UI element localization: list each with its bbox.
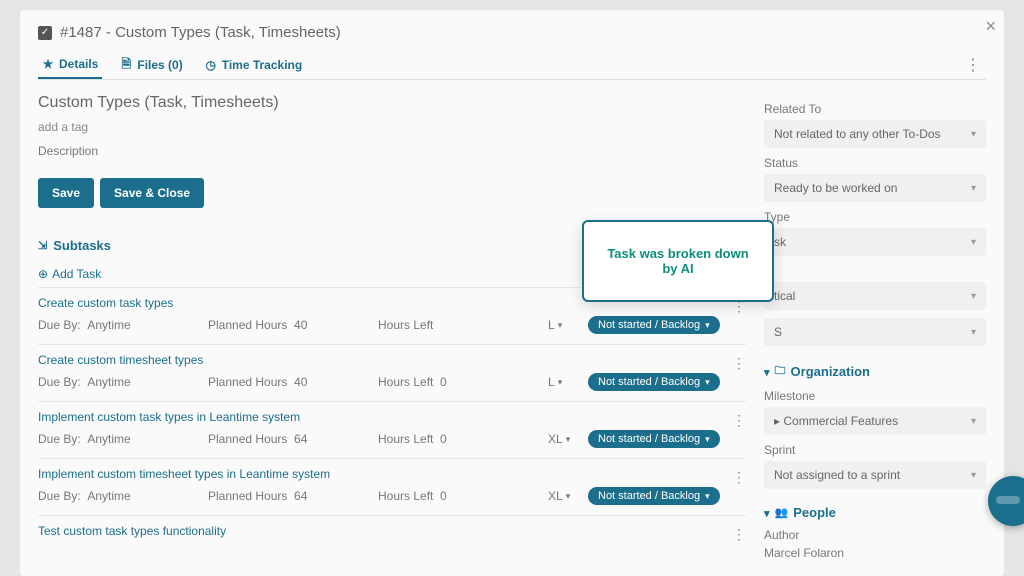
milestone-select[interactable]: ▸ Commercial Features ▾ — [764, 407, 986, 435]
author-label: Author — [764, 528, 986, 542]
planned-hours: Planned Hours 40 — [208, 375, 378, 389]
type-select[interactable]: sk▾ — [764, 228, 986, 256]
sitemap-icon: ⇲ — [38, 239, 47, 252]
chevron-down-icon: ▾ — [971, 237, 976, 248]
chevron-down-icon: ▾ — [705, 434, 710, 445]
subtask-name[interactable]: Test custom task types functionality — [38, 524, 746, 538]
type-label: Type — [764, 210, 986, 224]
status-pill[interactable]: Not started / Backlog ▾ — [588, 487, 720, 505]
priority-label: ty — [764, 264, 986, 278]
modal-title: #1487 - Custom Types (Task, Timesheets) — [60, 24, 341, 41]
milestone-label: Milestone — [764, 389, 986, 403]
sprint-select[interactable]: Not assigned to a sprint▾ — [764, 461, 986, 489]
due-by: Due By: Anytime — [38, 375, 208, 389]
save-button[interactable]: Save — [38, 178, 94, 208]
chevron-down-icon — [764, 364, 770, 379]
close-icon[interactable]: × — [985, 16, 996, 37]
chevron-down-icon: ▾ — [971, 183, 976, 194]
file-icon: 🗎 — [120, 59, 132, 71]
chevron-down-icon: ▾ — [558, 377, 563, 388]
chevron-down-icon: ▾ — [971, 470, 976, 481]
tab-time-tracking[interactable]: ◷ Time Tracking — [201, 52, 306, 78]
plus-icon: ⊕ — [38, 267, 48, 281]
kebab-menu-icon[interactable]: ⋮ — [732, 355, 746, 372]
subtask-row: ⋮ Implement custom timesheet types in Le… — [38, 458, 746, 515]
main-column: Custom Types (Task, Timesheets) add a ta… — [38, 94, 746, 560]
status-pill[interactable]: Not started / Backlog ▾ — [588, 430, 720, 448]
folder-icon: 🗀 — [775, 362, 786, 381]
hours-left: Hours Left 0 — [378, 489, 548, 503]
sidebar-column: Related To Not related to any other To-D… — [764, 94, 986, 560]
subtask-name[interactable]: Implement custom task types in Leantime … — [38, 410, 746, 424]
flag-icon: ▸ — [774, 414, 780, 428]
size-select[interactable]: L ▾ — [548, 375, 588, 389]
status-select[interactable]: Ready to be worked on▾ — [764, 174, 986, 202]
planned-hours: Planned Hours 64 — [208, 489, 378, 503]
due-by: Due By: Anytime — [38, 489, 208, 503]
chevron-down-icon — [764, 505, 770, 520]
chevron-down-icon: ▾ — [705, 320, 710, 331]
checkbox-icon[interactable]: ✓ — [38, 26, 52, 40]
tab-details[interactable]: ★ Details — [38, 51, 102, 79]
chevron-down-icon: ▾ — [971, 129, 976, 140]
toast-notification: Task was broken down by AI — [582, 220, 774, 302]
ticket-id: #1487 — [60, 24, 102, 41]
chevron-down-icon: ▾ — [566, 434, 571, 445]
tab-label: Details — [59, 57, 98, 71]
size-select[interactable]: XL ▾ — [548, 489, 588, 503]
due-by: Due By: Anytime — [38, 318, 208, 332]
priority-select[interactable]: tical▾ — [764, 282, 986, 310]
status-label: Status — [764, 156, 986, 170]
chevron-down-icon: ▾ — [558, 320, 563, 331]
kebab-menu-icon[interactable]: ⋮ — [732, 469, 746, 486]
subtask-row: ⋮ Create custom timesheet types Due By: … — [38, 344, 746, 401]
save-close-button[interactable]: Save & Close — [100, 178, 204, 208]
hours-left: Hours Left — [378, 318, 548, 332]
task-title[interactable]: Custom Types (Task, Timesheets) — [38, 94, 746, 112]
size-select[interactable]: S▾ — [764, 318, 986, 346]
size-select[interactable]: XL ▾ — [548, 432, 588, 446]
chevron-down-icon: ▾ — [566, 491, 571, 502]
kebab-menu-icon[interactable]: ⋮ — [732, 526, 746, 543]
modal-header: ✓ #1487 - Custom Types (Task, Timesheets… — [38, 20, 986, 51]
star-icon: ★ — [42, 58, 54, 70]
size-select[interactable]: L ▾ — [548, 318, 588, 332]
chevron-down-icon: ▾ — [971, 327, 976, 338]
subtask-name[interactable]: Implement custom timesheet types in Lean… — [38, 467, 746, 481]
tab-label: Time Tracking — [222, 58, 302, 72]
clock-icon: ◷ — [205, 59, 217, 71]
related-label: Related To — [764, 102, 986, 116]
description-label[interactable]: Description — [38, 144, 746, 158]
author-value: Marcel Folaron — [764, 546, 986, 560]
subtask-list: ⋮ Create custom task types Due By: Anyti… — [38, 287, 746, 554]
toast-message: Task was broken down by AI — [598, 246, 758, 276]
add-tag[interactable]: add a tag — [38, 120, 746, 134]
hours-left: Hours Left 0 — [378, 432, 548, 446]
subtask-row: ⋮ Implement custom task types in Leantim… — [38, 401, 746, 458]
people-heading[interactable]: 👥 People — [764, 505, 986, 520]
kebab-menu-icon[interactable]: ⋮ — [732, 412, 746, 429]
chevron-down-icon: ▾ — [705, 491, 710, 502]
tab-label: Files (0) — [137, 58, 182, 72]
tab-bar: ★ Details 🗎 Files (0) ◷ Time Tracking ⋮ — [38, 51, 986, 80]
chevron-down-icon: ▾ — [705, 377, 710, 388]
task-modal: × ✓ #1487 - Custom Types (Task, Timeshee… — [20, 10, 1004, 576]
chevron-down-icon: ▾ — [971, 291, 976, 302]
planned-hours: Planned Hours 40 — [208, 318, 378, 332]
tab-files[interactable]: 🗎 Files (0) — [116, 52, 186, 78]
planned-hours: Planned Hours 64 — [208, 432, 378, 446]
status-pill[interactable]: Not started / Backlog ▾ — [588, 316, 720, 334]
subtask-name[interactable]: Create custom timesheet types — [38, 353, 746, 367]
status-pill[interactable]: Not started / Backlog ▾ — [588, 373, 720, 391]
subtask-row: ⋮ Test custom task types functionality — [38, 515, 746, 554]
people-icon: 👥 — [775, 506, 789, 519]
chevron-down-icon: ▾ — [971, 416, 976, 427]
due-by: Due By: Anytime — [38, 432, 208, 446]
kebab-menu-icon[interactable]: ⋮ — [959, 55, 986, 75]
sprint-label: Sprint — [764, 443, 986, 457]
ticket-title: Custom Types (Task, Timesheets) — [115, 24, 341, 41]
organization-heading[interactable]: 🗀 Organization — [764, 362, 986, 381]
related-select[interactable]: Not related to any other To-Dos▾ — [764, 120, 986, 148]
hours-left: Hours Left 0 — [378, 375, 548, 389]
